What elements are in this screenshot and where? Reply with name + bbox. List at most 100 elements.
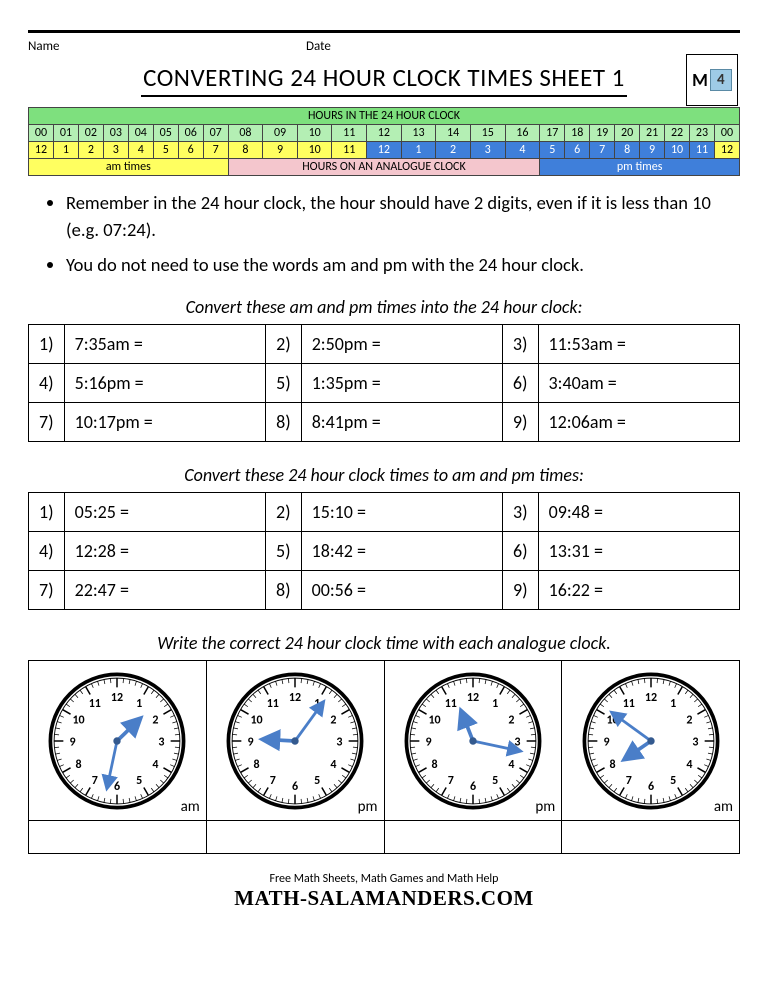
instruction-item: Remember in the 24 hour clock, the hour … [66,190,730,244]
clock-cell: 123456789101112 pm [207,660,385,854]
clock-face: 123456789101112 am [562,661,739,821]
clock-ampm: am [714,798,733,816]
svg-text:1: 1 [670,697,676,711]
question-value: 2:50pm = [301,325,502,364]
hour12-cell: 12 [367,142,402,159]
clock-ampm: pm [358,798,378,816]
svg-text:8: 8 [254,758,260,772]
hour12-cell: 1 [401,142,436,159]
svg-text:11: 11 [89,697,101,711]
hour12-cell: 11 [332,142,367,159]
clock-answer-box [29,821,206,853]
question-number: 8) [266,571,302,610]
hour24-cell: 08 [228,125,263,142]
worksheet-grade-badge: M 4 [686,54,738,106]
svg-text:8: 8 [76,758,82,772]
legend-am: am times [29,159,229,176]
hour12-cell: 7 [203,142,228,159]
clock-ampm: am [181,798,200,816]
instruction-item: You do not need to use the words am and … [66,252,730,279]
hour12-cell: 4 [128,142,153,159]
question-number: 1) [29,325,65,364]
question-value: 13:31 = [538,532,739,571]
svg-text:3: 3 [159,736,165,750]
svg-text:7: 7 [92,774,98,788]
clock-cell: 123456789101112 am [28,660,207,854]
hour12-cell: 10 [297,142,332,159]
question-value: 5:16pm = [64,364,266,403]
footer-line1: Free Math Sheets, Math Games and Math He… [28,872,740,886]
question-number: 6) [503,532,539,571]
hour12-cell: 3 [103,142,128,159]
legend-analogue: HOURS ON AN ANALOGUE CLOCK [228,159,540,176]
section1-table: 1)7:35am =2)2:50pm =3)11:53am =4)5:16pm … [28,324,740,442]
hour12-cell: 6 [178,142,203,159]
date-label: Date [306,39,331,54]
svg-text:11: 11 [445,697,457,711]
hour12-cell: 7 [590,142,615,159]
svg-text:8: 8 [609,758,615,772]
grade-number: 4 [710,69,732,91]
question-number: 9) [503,571,539,610]
hour24-cell: 17 [540,125,565,142]
hour12-cell: 4 [505,142,540,159]
svg-text:2: 2 [153,713,159,727]
clock-answer-box [562,821,739,853]
question-value: 18:42 = [301,532,502,571]
hour12-cell: 2 [78,142,103,159]
svg-text:3: 3 [514,736,520,750]
svg-text:5: 5 [314,774,320,788]
clock-cell: 123456789101112 am [562,660,740,854]
svg-text:9: 9 [70,736,76,750]
svg-text:11: 11 [267,697,279,711]
question-number: 3) [503,493,539,532]
svg-text:2: 2 [686,713,692,727]
hour12-cell: 9 [263,142,298,159]
question-value: 12:06am = [538,403,739,442]
svg-text:4: 4 [331,758,337,772]
hour24-cell: 22 [665,125,690,142]
svg-text:4: 4 [686,758,692,772]
hour12-cell: 5 [153,142,178,159]
svg-text:8: 8 [431,758,437,772]
svg-text:2: 2 [331,713,337,727]
clock-answer-box [385,821,562,853]
hour24-cell: 05 [153,125,178,142]
instructions-list: Remember in the 24 hour clock, the hour … [66,190,730,278]
hour24-cell: 20 [615,125,640,142]
svg-text:6: 6 [648,780,654,794]
svg-text:10: 10 [428,713,440,727]
svg-text:6: 6 [470,780,476,794]
hour12-cell: 8 [228,142,263,159]
svg-text:7: 7 [625,774,631,788]
hour24-cell: 23 [690,125,715,142]
section1-caption: Convert these am and pm times into the 2… [28,296,740,318]
hour12-cell: 9 [640,142,665,159]
question-value: 09:48 = [538,493,739,532]
hour24-cell: 01 [53,125,78,142]
question-number: 9) [502,403,538,442]
hours-table: HOURS IN THE 24 HOUR CLOCK 0001020304050… [28,107,740,176]
svg-text:4: 4 [508,758,514,772]
hour12-cell: 5 [540,142,565,159]
question-number: 5) [266,364,302,403]
svg-text:7: 7 [270,774,276,788]
question-number: 4) [29,532,65,571]
hour24-cell: 13 [401,125,436,142]
svg-text:12: 12 [467,691,479,705]
question-value: 10:17pm = [64,403,266,442]
clock-row: 123456789101112 am 123456789101112 pm 12… [28,660,740,854]
hour24-cell: 07 [203,125,228,142]
svg-text:9: 9 [248,736,254,750]
hour12-cell: 8 [615,142,640,159]
svg-text:10: 10 [73,713,85,727]
svg-text:2: 2 [508,713,514,727]
hour24-cell: 11 [332,125,367,142]
footer-line2: MATH-SALAMANDERS.COM [28,886,740,911]
svg-text:12: 12 [645,691,657,705]
hour12-cell: 11 [690,142,715,159]
svg-text:7: 7 [448,774,454,788]
question-value: 15:10 = [301,493,502,532]
svg-text:3: 3 [336,736,342,750]
question-number: 5) [266,532,302,571]
